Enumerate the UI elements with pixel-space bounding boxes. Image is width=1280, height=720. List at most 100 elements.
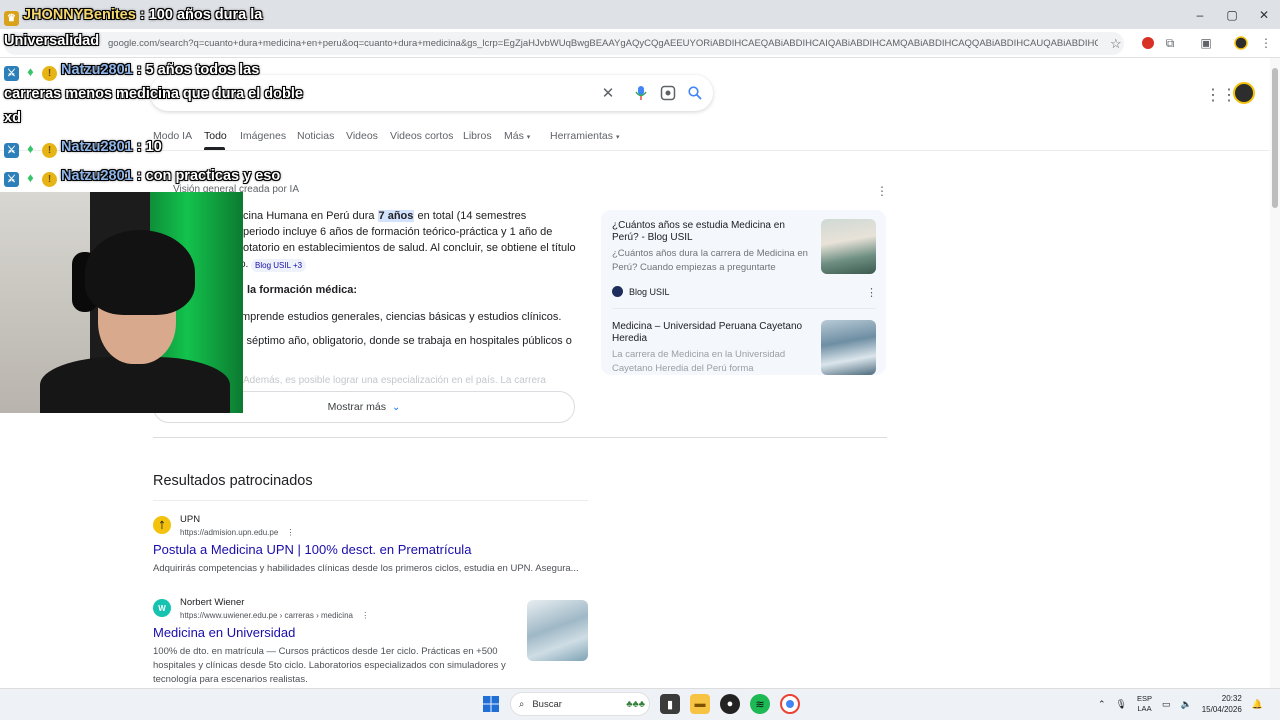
more-options-icon[interactable]: ⋮ — [876, 184, 888, 198]
tab-mas[interactable]: Más ▾ — [504, 130, 530, 142]
tab-herramientas[interactable]: Herramientas ▾ — [550, 130, 619, 142]
clear-search-icon[interactable]: ✕ — [599, 84, 617, 102]
ai-line1-post: en total (14 semestres — [417, 210, 527, 222]
moderator-badge-icon: ⚔ — [4, 66, 19, 81]
chat-message-3: ⚔ ♦! Natzu2801 : 10 — [4, 138, 162, 158]
folder-app-icon[interactable]: ▬ — [690, 694, 710, 714]
address-bar[interactable]: google.com/search?q=cuanto+dura+medicina… — [4, 32, 1124, 55]
upn-logo-icon[interactable]: ᛏ — [153, 516, 171, 534]
ai-fade-line: Además, es posible lograr una especializ… — [243, 375, 546, 386]
chat-text: 5 años todos las — [145, 62, 260, 78]
card-1-snippet: ¿Cuántos años dura la carrera de Medicin… — [612, 248, 808, 273]
ai-line1-pre: cina Humana en Perú dura — [243, 210, 375, 222]
clock[interactable]: 20:32 15/04/2026 — [1202, 693, 1242, 715]
ai-highlight: 7 años — [377, 210, 415, 222]
card-1-thumbnail[interactable] — [821, 219, 876, 274]
account-avatar[interactable] — [1233, 82, 1255, 104]
ai-overview-line-2: periodo incluye 6 años de formación teór… — [243, 226, 553, 238]
ad-1-url[interactable]: https://admision.upn.edu.pe ⋮ — [180, 528, 295, 537]
bits-badge-icon: ♦ — [27, 64, 34, 79]
file-manager-app-icon[interactable]: ▮ — [660, 694, 680, 714]
profile-avatar-icon[interactable] — [1233, 35, 1249, 51]
bookmark-star-icon[interactable]: ☆ — [1110, 36, 1122, 52]
media-control-icon[interactable]: ▣ — [1198, 35, 1214, 51]
ai-bullet-1: mprende estudios generales, ciencias bás… — [241, 311, 562, 323]
extension-red-icon[interactable] — [1140, 35, 1156, 51]
ad-1-more-icon[interactable]: ⋮ — [287, 528, 295, 537]
tab-videos-cortos[interactable]: Videos cortos — [390, 130, 453, 142]
ad-1-name[interactable]: UPN — [180, 514, 200, 525]
coin-badge-icon: ! — [42, 66, 57, 81]
browser-toolbar: google.com/search?q=cuanto+dura+medicina… — [0, 29, 1280, 58]
blog-usil-icon — [612, 286, 623, 297]
chat-message-2-cont: carreras menos medicina que dura el dobl… — [4, 86, 303, 102]
chat-separator: : — [136, 62, 142, 78]
ad-2-description: 100% de dto. en matrícula — Cursos práct… — [153, 646, 506, 685]
tab-mas-label: Más — [504, 130, 524, 142]
scrollbar-thumb[interactable] — [1272, 68, 1278, 208]
tab-imagenes[interactable]: Imágenes — [240, 130, 286, 142]
extensions-puzzle-icon[interactable]: ⧉ — [1162, 35, 1178, 51]
chrome-app-icon[interactable] — [780, 694, 800, 714]
chat-message-4: ⚔ ♦! Natzu2801 : con practicas y eso — [4, 167, 280, 187]
bits-badge-icon: ♦ — [27, 141, 34, 156]
chevron-up-icon[interactable]: ⌃ — [1098, 699, 1106, 710]
chat-user: Natzu2801 — [61, 62, 133, 78]
voice-search-icon[interactable] — [632, 84, 650, 102]
card-separator — [612, 308, 876, 309]
taskbar-search[interactable]: ⌕ Buscar ♣♣♣ — [510, 692, 650, 716]
chat-user: Natzu2801 — [61, 168, 133, 184]
chat-separator: : — [139, 7, 145, 23]
card-1-title[interactable]: ¿Cuántos años se estudia Medicina en Per… — [612, 220, 812, 244]
source-chip-label: Blog USIL +3 — [255, 261, 303, 270]
ai-overview-line-1: cina Humana en Perú dura 7 años en total… — [243, 210, 526, 222]
chat-message-2: ⚔ ♦! Natzu2801 : 5 años todos las — [4, 61, 259, 81]
language-indicator[interactable]: ESP LAA — [1137, 694, 1152, 714]
card-1-source-label: Blog USIL — [629, 286, 670, 297]
microphone-icon[interactable]: 🎙 — [1116, 699, 1127, 710]
tab-videos[interactable]: Videos — [346, 130, 378, 142]
url-text[interactable]: google.com/search?q=cuanto+dura+medicina… — [108, 38, 1098, 49]
source-chip[interactable]: Blog USIL +3 — [251, 259, 307, 272]
search-icon: ⌕ — [519, 698, 525, 710]
windows-start-icon[interactable] — [483, 696, 499, 717]
tab-todo[interactable]: Todo — [204, 130, 227, 142]
ad-2-thumbnail[interactable] — [527, 600, 588, 661]
lens-search-icon[interactable] — [659, 84, 677, 102]
sponsored-divider — [153, 500, 588, 501]
ad-1-title[interactable]: Postula a Medicina UPN | 100% desct. en … — [153, 542, 471, 557]
obs-app-icon[interactable]: ● — [720, 694, 740, 714]
ad-2-url[interactable]: https://www.uwiener.edu.pe › carreras › … — [180, 611, 369, 620]
lang-top: ESP — [1136, 694, 1152, 703]
chevron-down-icon: ▾ — [615, 134, 620, 141]
minimize-button[interactable]: – — [1184, 0, 1216, 29]
browser-menu-icon[interactable]: ⋮ — [1258, 35, 1274, 51]
ad-2-name[interactable]: Norbert Wiener — [180, 597, 244, 608]
tab-noticias[interactable]: Noticias — [297, 130, 334, 142]
notifications-icon[interactable]: 🔔 — [1252, 699, 1263, 710]
chat-text: con practicas y eso — [145, 168, 281, 184]
chat-user: JHONNYBenites — [23, 7, 136, 23]
chat-separator: : — [136, 168, 142, 184]
search-icon[interactable] — [686, 84, 704, 102]
card-2-title[interactable]: Medicina – Universidad Peruana Cayetano … — [612, 321, 812, 345]
ai-source-cards: ¿Cuántos años se estudia Medicina en Per… — [601, 210, 886, 375]
maximize-button[interactable]: ▢ — [1216, 0, 1248, 29]
wiener-logo-icon[interactable]: W — [153, 599, 171, 617]
ad-2-title[interactable]: Medicina en Universidad — [153, 625, 295, 640]
ad-2-more-icon[interactable]: ⋮ — [361, 611, 369, 620]
window-controls: – ▢ ✕ — [1184, 0, 1280, 29]
chat-text: 10 — [145, 139, 162, 155]
close-window-button[interactable]: ✕ — [1248, 0, 1280, 29]
crown-badge-icon: ♛ — [4, 11, 19, 26]
display-icon[interactable]: ▭ — [1162, 699, 1171, 710]
tab-libros[interactable]: Libros — [463, 130, 492, 142]
chat-message-1-cont: Universalidad — [4, 33, 100, 49]
card-1-more-icon[interactable]: ⋮ — [866, 286, 877, 299]
trees-widget-icon: ♣♣♣ — [626, 698, 645, 710]
spotify-app-icon[interactable]: ≋ — [750, 694, 770, 714]
volume-icon[interactable]: 🔈 — [1181, 699, 1192, 710]
moderator-badge-icon: ⚔ — [4, 172, 19, 187]
card-2-thumbnail[interactable] — [821, 320, 876, 375]
ai-section-heading: la formación médica: — [247, 284, 358, 296]
